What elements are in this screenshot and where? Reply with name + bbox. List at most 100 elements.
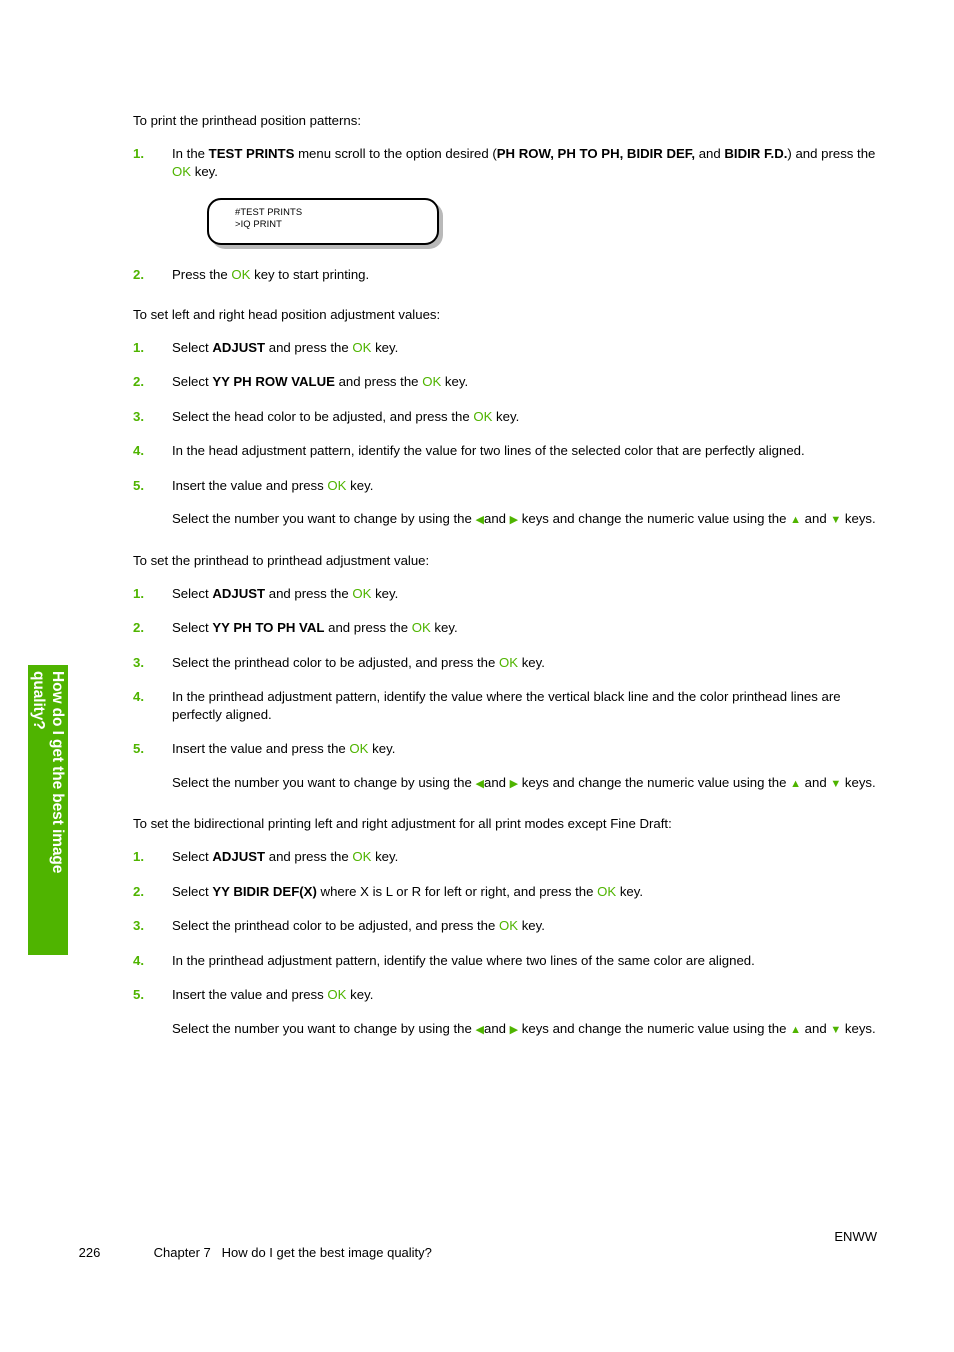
chapter-side-tab-line-1: How do I get the best image	[49, 671, 66, 874]
arrow-up-icon: ▲	[790, 777, 801, 790]
step-text-run: where X is L or R for left or right, and…	[316, 883, 598, 899]
footer-page-number: 226	[78, 1245, 101, 1260]
step-text: Select ADJUST and press the OK key.	[172, 848, 878, 866]
footer-chapter: Chapter 7	[153, 1245, 211, 1260]
step-list: 1. Select ADJUST and press the OK key. 2. S…	[133, 585, 878, 794]
subpara-text-run: and	[801, 774, 831, 790]
section-intro-text: To set the bidirectional printing left a…	[133, 816, 672, 831]
step-text: Select YY BIDIR DEF(X) where X is L or R…	[172, 883, 878, 901]
ok-key-label: OK	[473, 408, 493, 424]
arrow-left-icon: ◀	[475, 1023, 484, 1036]
ok-key-label: OK	[172, 163, 192, 179]
step-text-run: key.	[191, 163, 218, 179]
section-intro-text: To print the printhead position patterns…	[133, 113, 361, 128]
step-text-run: In the printhead adjustment pattern, ide…	[172, 952, 755, 968]
step-number: 2.	[133, 883, 144, 899]
step-number: 1.	[133, 146, 144, 161]
step-list-item: 5. Insert the value and press OK key. Sele…	[133, 477, 878, 530]
step-text: Select the head color to be adjusted, an…	[172, 408, 878, 426]
step-subparagraph: Select the number you want to change by …	[172, 510, 878, 530]
step-text: Select YY PH TO PH VAL and press the OK …	[172, 619, 878, 637]
step-spacer	[133, 723, 878, 740]
section-intro-text: To set the printhead to printhead adjust…	[133, 552, 430, 568]
step-text-run: key.	[492, 408, 520, 424]
step-list-item: 1. Select ADJUST and press the OK key.	[133, 585, 878, 603]
subpara-text-run: keys.	[841, 511, 876, 526]
step-bold-run: PH ROW, PH TO PH, BIDIR DEF,	[496, 146, 696, 161]
ok-key-label: OK	[352, 339, 372, 355]
step-text: Select the printhead color to be adjuste…	[172, 654, 878, 672]
lcd-panel-text: #TEST PRINTS >IQ PRINT	[235, 206, 302, 230]
step-bold-run: ADJUST	[212, 585, 266, 601]
step-number: 3.	[133, 918, 144, 933]
step-spacer	[133, 249, 878, 266]
step-spacer	[133, 969, 878, 986]
document-page: How do I get the best image quality? To …	[0, 0, 954, 1352]
step-list-item: 3. Select the printhead color to be adjus…	[133, 917, 878, 935]
subpara-text-run: and	[801, 1020, 831, 1036]
step-text-run: Press the	[172, 267, 232, 282]
step-text-run: Select	[172, 849, 213, 864]
step-list-item: 4. In the printhead adjustment pattern, i…	[133, 952, 878, 970]
step-list-item: 2. Select YY BIDIR DEF(X) where X is L or…	[133, 883, 878, 901]
subpara-text-run: Select the number you want to change by …	[172, 511, 476, 526]
step-list: 1. Select ADJUST and press the OK key. 2. S…	[133, 339, 878, 530]
step-text-run: key.	[346, 477, 374, 493]
step-text: In the head adjustment pattern, identify…	[172, 442, 878, 460]
subpara-text-run: and	[483, 774, 510, 790]
step-spacer	[133, 866, 878, 883]
step-text-run: and press the	[265, 339, 353, 355]
step-text-run: key.	[368, 741, 396, 756]
step-text-run: Select the head color to be adjusted, an…	[172, 408, 474, 424]
ok-key-label: OK	[327, 477, 347, 493]
step-text-run: menu scroll to the option desired (	[294, 146, 497, 161]
step-number: 2.	[133, 267, 144, 282]
step-spacer	[133, 671, 878, 688]
step-spacer	[133, 602, 878, 619]
arrow-right-icon: ▶	[509, 1023, 519, 1036]
intro-spacer	[133, 129, 878, 145]
step-text-run: key to start printing.	[250, 267, 370, 282]
subpara-text-run: and	[483, 1020, 510, 1036]
subpara-text-run: Select the number you want to change by …	[172, 774, 476, 790]
step-text-run: Select	[172, 883, 213, 899]
subpara-text-run: keys.	[841, 1020, 876, 1036]
step-bold-run: ADJUST	[212, 339, 266, 355]
subpara-text-run: keys and change the numeric value using …	[518, 774, 791, 790]
step-text-run: Select	[172, 339, 213, 355]
step-bold-run: ADJUST	[212, 849, 266, 864]
step-text: Select YY PH ROW VALUE and press the OK …	[172, 373, 878, 391]
footer-left-group: 226 Chapter 7 How do I get the best image…	[57, 1229, 432, 1277]
arrow-up-icon: ▲	[790, 1023, 801, 1036]
step-text-run: Insert the value and press	[172, 477, 328, 493]
step-text: Press the OK key to start printing.	[172, 266, 878, 284]
step-spacer	[133, 356, 878, 373]
step-text-run: and press the	[265, 585, 353, 601]
chapter-side-tab-text: How do I get the best image quality?	[28, 665, 68, 955]
arrow-up-icon: ▲	[790, 514, 801, 526]
step-text-run: Insert the value and press the	[172, 741, 350, 756]
step-text-run: Select	[172, 374, 213, 389]
subpara-text-run: and	[801, 511, 831, 526]
step-list-item: 5. Insert the value and press OK key. Sele…	[133, 986, 878, 1039]
step-text: In the printhead adjustment pattern, ide…	[172, 952, 878, 970]
step-text: Insert the value and press OK key.	[172, 477, 878, 495]
step-text-run: Select the printhead color to be adjuste…	[172, 918, 499, 933]
ok-key-label: OK	[349, 741, 369, 756]
step-spacer	[133, 935, 878, 952]
step-text-run: and press the	[265, 849, 353, 864]
step-subparagraph: Select the number you want to change by …	[172, 1020, 878, 1040]
step-number: 5.	[133, 741, 144, 756]
step-list-item: 4. In the head adjustment pattern, identi…	[133, 442, 878, 460]
step-list-item: 3. Select the head color to be adjusted, …	[133, 408, 878, 426]
step-list-item: 1. Select ADJUST and press the OK key.	[133, 848, 878, 866]
step-text-run: Select	[172, 620, 213, 635]
section-intro-text: To set left and right head position adju…	[133, 306, 441, 322]
step-spacer	[133, 425, 878, 442]
step-list-item: 1. Select ADJUST and press the OK key.	[133, 339, 878, 357]
ok-key-label: OK	[597, 883, 617, 899]
subpara-text-run: Select the number you want to change by …	[172, 1020, 476, 1036]
step-spacer	[133, 637, 878, 654]
step-list: 1. Select ADJUST and press the OK key. 2. S…	[133, 848, 878, 1039]
